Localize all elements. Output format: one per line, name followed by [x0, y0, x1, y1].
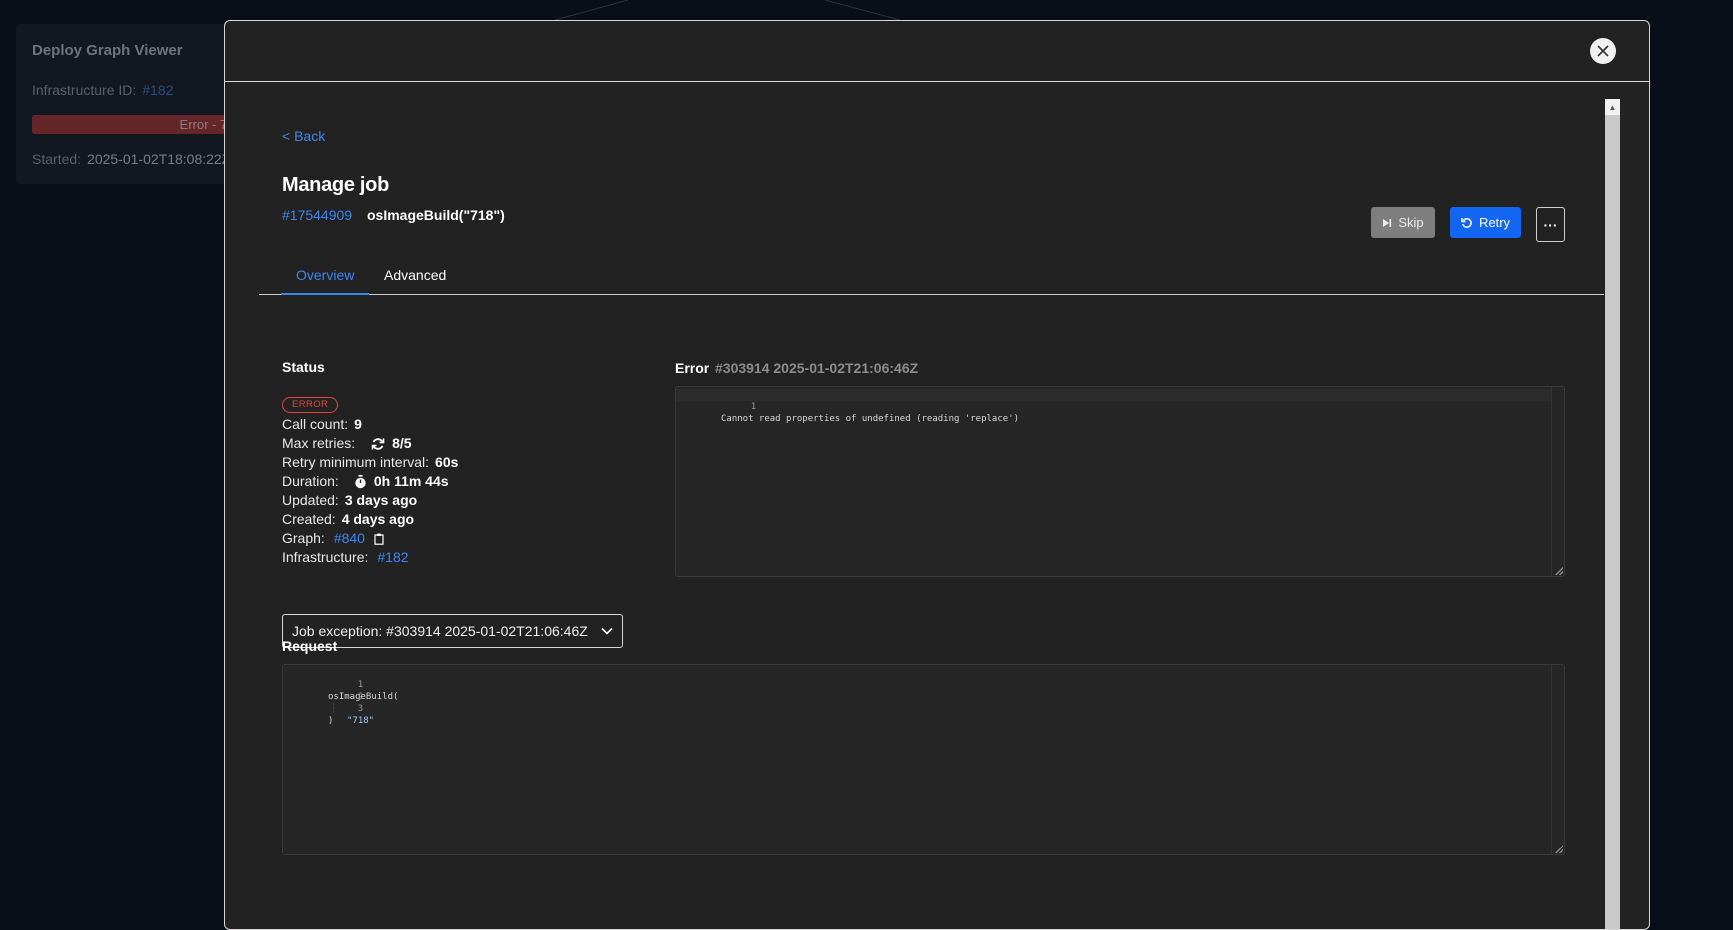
skip-button[interactable]: Skip	[1371, 207, 1435, 238]
graph-viewer-title: Deploy Graph Viewer	[32, 42, 183, 59]
error-code-editor[interactable]: 1 Cannot read properties of undefined (r…	[675, 386, 1565, 577]
tab-overview[interactable]: Overview	[281, 267, 370, 295]
infrastructure-row: Infrastructure: #182	[282, 548, 458, 567]
status-heading: Status	[282, 359, 325, 375]
max-retries-value: 8/5	[392, 435, 412, 451]
updated-label: Updated:	[282, 492, 339, 508]
deploy-progress-bar: Error - 78%	[32, 115, 246, 134]
started-value: 2025-01-02T18:08:22Z	[87, 151, 231, 167]
call-count-value: 9	[354, 416, 362, 432]
modal-header	[225, 21, 1649, 82]
skip-label: Skip	[1398, 215, 1424, 230]
error-heading: Error	[675, 360, 710, 376]
infrastructure-id-row: Infrastructure ID: #182	[32, 82, 173, 98]
retry-interval-row: Retry minimum interval: 60s	[282, 453, 458, 472]
infrastructure-id-link[interactable]: #182	[142, 82, 173, 98]
request-code-lines: 1 osImageBuild( 2 ┆ "718" 3 )	[283, 667, 1552, 726]
duration-row: Duration: 0h 11m 44s	[282, 472, 458, 491]
created-value: 4 days ago	[341, 511, 415, 527]
resize-grip-icon[interactable]	[1555, 567, 1563, 575]
max-retries-row: Max retries: 8/5	[282, 434, 458, 453]
modal-scrollbar[interactable]: ▲	[1605, 99, 1620, 929]
tab-bar: Overview Advanced	[259, 267, 1604, 295]
tab-advanced[interactable]: Advanced	[369, 267, 461, 293]
page-title: Manage job	[282, 174, 390, 196]
call-count-row: Call count: 9	[282, 415, 458, 434]
manage-job-modal: ▲ < Back Manage job #17544909 osImageBui…	[224, 20, 1650, 930]
code-text: )	[328, 716, 334, 726]
infrastructure-id-label: Infrastructure ID:	[32, 82, 137, 98]
close-icon	[1597, 45, 1609, 57]
created-label: Created:	[282, 511, 336, 527]
started-row: Started: 2025-01-02T18:08:22Z	[32, 151, 230, 167]
job-name: osImageBuild("718")	[367, 207, 505, 223]
scroll-up-arrow-icon[interactable]: ▲	[1605, 99, 1620, 115]
retry-label: Retry	[1478, 215, 1511, 230]
chevron-down-icon	[601, 627, 613, 635]
infrastructure-label: Infrastructure:	[282, 549, 369, 565]
graph-row: Graph: #840	[282, 529, 458, 548]
stopwatch-icon	[354, 474, 367, 489]
close-button[interactable]	[1590, 38, 1616, 64]
job-exception-selected: Job exception: #303914 2025-01-02T21:06:…	[292, 623, 588, 639]
duration-label: Duration:	[282, 473, 339, 489]
graph-viewer-panel: Deploy Graph Viewer Infrastructure ID: #1…	[16, 24, 246, 184]
resize-grip-icon[interactable]	[1555, 845, 1563, 853]
code-line: 2 ┆ "718"	[283, 679, 1552, 726]
error-meta: #303914 2025-01-02T21:06:46Z	[715, 360, 919, 376]
code-line: 1 Cannot read properties of undefined (r…	[676, 389, 1552, 424]
updated-row: Updated: 3 days ago	[282, 491, 458, 510]
clipboard-icon[interactable]	[374, 533, 384, 545]
duration-value: 0h 11m 44s	[373, 473, 449, 489]
request-code-editor[interactable]: 1 osImageBuild( 2 ┆ "718" 3 )	[282, 664, 1565, 855]
started-label: Started:	[32, 151, 82, 167]
status-badge: ERROR	[282, 397, 339, 413]
code-line: 1 osImageBuild(	[283, 667, 1552, 702]
retry-interval-value: 60s	[435, 454, 459, 470]
call-count-label: Call count:	[282, 416, 349, 432]
error-code-lines: 1 Cannot read properties of undefined (r…	[676, 389, 1552, 424]
skip-icon	[1383, 218, 1392, 227]
ellipsis-icon: ···	[1543, 216, 1558, 233]
retry-button[interactable]: Retry	[1450, 207, 1521, 238]
max-retries-label: Max retries:	[282, 435, 356, 451]
back-link[interactable]: < Back	[282, 128, 325, 144]
infrastructure-link[interactable]: #182	[377, 548, 408, 567]
line-number: 3	[357, 704, 364, 714]
error-code-scrollbar[interactable]	[1551, 387, 1564, 576]
request-code-scrollbar[interactable]	[1551, 665, 1564, 854]
retry-icon	[1461, 217, 1472, 228]
request-heading: Request	[282, 638, 338, 654]
code-text: "718"	[347, 716, 375, 726]
code-line: 3 )	[283, 691, 1552, 726]
graph-label: Graph:	[282, 530, 325, 546]
code-text: Cannot read properties of undefined (rea…	[721, 414, 1020, 424]
updated-value: 3 days ago	[344, 492, 418, 508]
more-actions-button[interactable]: ···	[1536, 207, 1565, 242]
line-number: 1	[750, 402, 757, 412]
retry-interval-label: Retry minimum interval:	[282, 454, 430, 470]
created-row: Created: 4 days ago	[282, 510, 458, 529]
refresh-icon	[371, 437, 385, 451]
status-info-list: Call count: 9 Max retries: 8/5 Retry min…	[282, 415, 458, 567]
job-id-link[interactable]: #17544909	[282, 207, 352, 223]
graph-link[interactable]: #840	[334, 529, 365, 548]
